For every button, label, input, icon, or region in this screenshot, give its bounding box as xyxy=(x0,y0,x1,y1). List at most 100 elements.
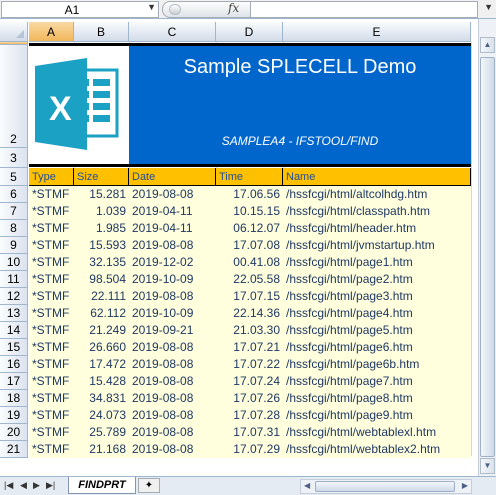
name-box[interactable]: A1 ▼ xyxy=(1,1,159,18)
cell-size[interactable]: 15.428 xyxy=(74,373,129,390)
row-header[interactable]: 16 xyxy=(0,356,28,373)
cell-size[interactable]: 22.111 xyxy=(74,288,129,305)
next-sheet-icon[interactable]: ▶ xyxy=(33,480,40,491)
cell-name[interactable]: /hssfcgi/html/page6b.htm xyxy=(283,356,471,373)
cell-type[interactable]: *STMF xyxy=(29,271,74,288)
row-header[interactable]: 6 xyxy=(0,186,28,203)
last-sheet-icon[interactable]: ▶| xyxy=(46,480,55,491)
cell-type[interactable]: *STMF xyxy=(29,288,74,305)
row-header[interactable]: 20 xyxy=(0,424,28,441)
header-name[interactable]: Name xyxy=(283,168,471,186)
cell-size[interactable]: 1.039 xyxy=(74,203,129,220)
cell-type[interactable]: *STMF xyxy=(29,203,74,220)
cell-time[interactable]: 21.03.30 xyxy=(216,322,283,339)
insert-function-icon[interactable]: fx xyxy=(228,1,239,15)
cell-time[interactable]: 17.07.15 xyxy=(216,288,283,305)
cell-size[interactable]: 32.135 xyxy=(74,254,129,271)
cell-name[interactable]: /hssfcgi/html/page1.htm xyxy=(283,254,471,271)
scroll-left-button[interactable]: ◀ xyxy=(304,481,310,490)
sheet-tab-findprt[interactable]: FINDPRT xyxy=(68,477,136,494)
cell-date[interactable]: 2019-08-08 xyxy=(129,237,216,254)
cell-time[interactable]: 17.07.08 xyxy=(216,237,283,254)
cell-size[interactable]: 21.168 xyxy=(74,441,129,458)
cell-time[interactable]: 17.07.31 xyxy=(216,424,283,441)
cell-size[interactable]: 21.249 xyxy=(74,322,129,339)
cell-date[interactable]: 2019-08-08 xyxy=(129,186,216,203)
cell-type[interactable]: *STMF xyxy=(29,305,74,322)
cell-date[interactable]: 2019-12-02 xyxy=(129,254,216,271)
cell-size[interactable]: 15.593 xyxy=(74,237,129,254)
cell-date[interactable]: 2019-08-08 xyxy=(129,356,216,373)
header-date[interactable]: Date xyxy=(129,168,216,186)
row-header[interactable]: 13 xyxy=(0,305,28,322)
cell-type[interactable]: *STMF xyxy=(29,390,74,407)
row-header[interactable]: 21 xyxy=(0,441,28,458)
divider-handle-icon[interactable] xyxy=(169,4,181,15)
cell-time[interactable]: 22.05.58 xyxy=(216,271,283,288)
column-header-a[interactable]: A xyxy=(29,22,74,42)
cell-name[interactable]: /hssfcgi/html/webtablex2.htm xyxy=(283,441,471,458)
cell-date[interactable]: 2019-09-21 xyxy=(129,322,216,339)
cell-size[interactable]: 24.073 xyxy=(74,407,129,424)
header-type[interactable]: Type xyxy=(29,168,74,186)
row-header[interactable]: 15 xyxy=(0,339,28,356)
cell-name[interactable]: /hssfcgi/html/page5.htm xyxy=(283,322,471,339)
row-header[interactable]: 14 xyxy=(0,322,28,339)
cell-date[interactable]: 2019-08-08 xyxy=(129,339,216,356)
column-header-c[interactable]: C xyxy=(129,22,216,42)
row-header-5[interactable]: 5 xyxy=(0,168,28,186)
column-header-e[interactable]: E xyxy=(283,22,471,42)
cell-date[interactable]: 2019-04-11 xyxy=(129,203,216,220)
cell-time[interactable]: 22.14.36 xyxy=(216,305,283,322)
row-header-3[interactable]: 3 xyxy=(0,148,28,168)
row-header[interactable]: 17 xyxy=(0,373,28,390)
row-header-2[interactable]: 2 xyxy=(0,45,28,148)
cell-date[interactable]: 2019-08-08 xyxy=(129,407,216,424)
cell-type[interactable]: *STMF xyxy=(29,322,74,339)
header-time[interactable]: Time xyxy=(216,168,283,186)
first-sheet-icon[interactable]: |◀ xyxy=(4,480,13,491)
cell-name[interactable]: /hssfcgi/html/page7.htm xyxy=(283,373,471,390)
insert-sheet-icon[interactable]: ✦ xyxy=(138,478,160,493)
cell-size[interactable]: 98.504 xyxy=(74,271,129,288)
cell-size[interactable]: 25.789 xyxy=(74,424,129,441)
cell-date[interactable]: 2019-10-09 xyxy=(129,271,216,288)
cell-type[interactable]: *STMF xyxy=(29,237,74,254)
row-header[interactable]: 8 xyxy=(0,220,28,237)
cell-name[interactable]: /hssfcgi/html/classpath.htm xyxy=(283,203,471,220)
horizontal-scrollbar[interactable]: ◀ ▶ xyxy=(300,479,472,494)
row-header[interactable]: 9 xyxy=(0,237,28,254)
cell-type[interactable]: *STMF xyxy=(29,441,74,458)
cell-size[interactable]: 15.281 xyxy=(74,186,129,203)
row-header[interactable]: 19 xyxy=(0,407,28,424)
cell-date[interactable]: 2019-08-08 xyxy=(129,373,216,390)
cell-time[interactable]: 17.07.26 xyxy=(216,390,283,407)
cell-time[interactable]: 17.07.28 xyxy=(216,407,283,424)
cell-date[interactable]: 2019-08-08 xyxy=(129,288,216,305)
cell-size[interactable]: 17.472 xyxy=(74,356,129,373)
cell-name[interactable]: /hssfcgi/html/header.htm xyxy=(283,220,471,237)
scroll-up-button[interactable]: ▲ xyxy=(480,37,495,53)
cell-name[interactable]: /hssfcgi/html/page4.htm xyxy=(283,305,471,322)
cell-type[interactable]: *STMF xyxy=(29,220,74,237)
cell-type[interactable]: *STMF xyxy=(29,186,74,203)
prev-sheet-icon[interactable]: ◀ xyxy=(20,480,27,491)
cell-size[interactable]: 1.985 xyxy=(74,220,129,237)
row-header[interactable]: 12 xyxy=(0,288,28,305)
cell-name[interactable]: /hssfcgi/html/page2.htm xyxy=(283,271,471,288)
cell-name[interactable]: /hssfcgi/html/altcolhdg.htm xyxy=(283,186,471,203)
chevron-down-icon[interactable]: ▼ xyxy=(147,2,156,12)
cell-size[interactable]: 34.831 xyxy=(74,390,129,407)
row-header[interactable]: 10 xyxy=(0,254,28,271)
cell-type[interactable]: *STMF xyxy=(29,424,74,441)
expand-formula-icon[interactable]: ▼ xyxy=(484,2,493,12)
vertical-scroll-thumb[interactable] xyxy=(480,57,495,457)
cell-time[interactable]: 10.15.15 xyxy=(216,203,283,220)
row-header[interactable]: 7 xyxy=(0,203,28,220)
cell-time[interactable]: 00.41.08 xyxy=(216,254,283,271)
cell-time[interactable]: 17.07.29 xyxy=(216,441,283,458)
cell-name[interactable]: /hssfcgi/html/page3.htm xyxy=(283,288,471,305)
cell-time[interactable]: 17.07.21 xyxy=(216,339,283,356)
cell-name[interactable]: /hssfcgi/html/jvmstartup.htm xyxy=(283,237,471,254)
cell-name[interactable]: /hssfcgi/html/page9.htm xyxy=(283,407,471,424)
